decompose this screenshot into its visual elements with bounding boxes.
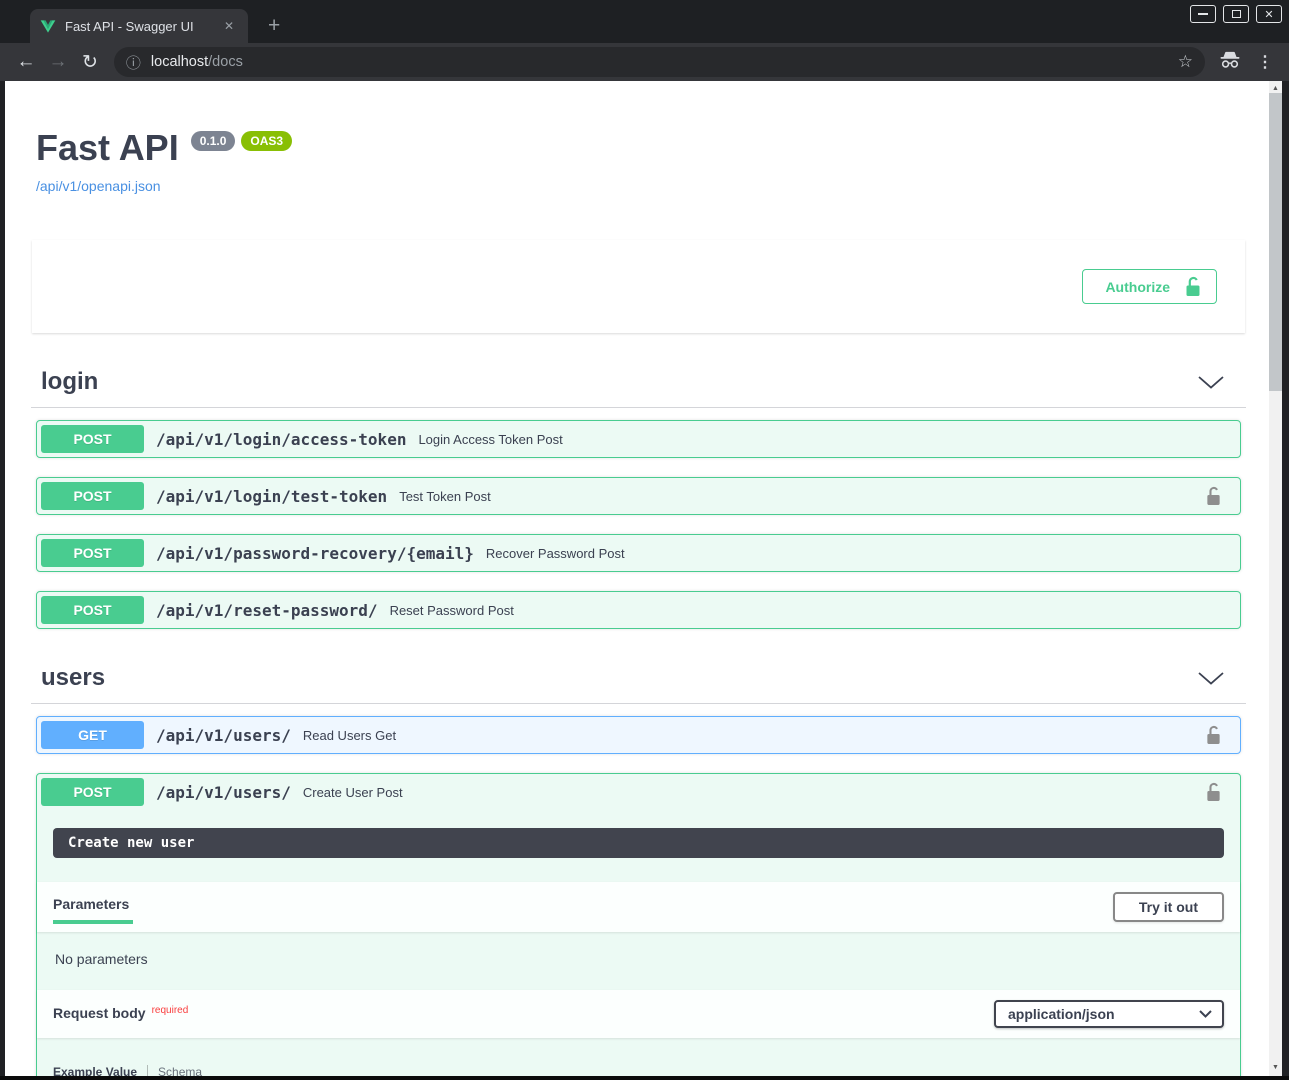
endpoint-body: Create new user Parameters Try it out No… xyxy=(37,810,1240,1076)
scheme-container: Authorize xyxy=(32,240,1245,333)
page-scrollbar[interactable]: ▲ ▼ xyxy=(1269,81,1282,1076)
parameters-header: Parameters Try it out xyxy=(37,882,1240,932)
chevron-down-icon xyxy=(1199,1010,1212,1018)
no-parameters-text: No parameters xyxy=(37,932,1240,990)
method-badge: POST xyxy=(41,482,144,510)
method-badge: POST xyxy=(41,596,144,624)
method-badge: POST xyxy=(41,539,144,567)
chevron-down-icon xyxy=(1198,376,1224,389)
url-bar[interactable]: ⓘ localhost /docs ☆ xyxy=(114,47,1205,77)
scrollbar-thumb[interactable] xyxy=(1269,93,1282,391)
request-body-label: Request body xyxy=(53,1005,146,1021)
endpoint-reset-password[interactable]: POST /api/v1/reset-password/ Reset Passw… xyxy=(36,591,1241,629)
bookmark-star-icon[interactable]: ☆ xyxy=(1178,52,1193,72)
maximize-button[interactable] xyxy=(1223,5,1249,23)
incognito-icon xyxy=(1219,51,1241,74)
endpoint-create-user-summary[interactable]: POST /api/v1/users/ Create User Post xyxy=(37,774,1240,810)
chevron-down-icon xyxy=(1198,672,1224,685)
tab-strip: Fast API - Swagger UI ✕ + ✕ xyxy=(0,0,1289,43)
tab-schema[interactable]: Schema xyxy=(148,1065,202,1076)
model-example: Example Value Schema { xyxy=(53,1065,1224,1076)
section-title: login xyxy=(41,368,98,396)
forward-icon[interactable]: → xyxy=(42,51,74,73)
close-button[interactable]: ✕ xyxy=(1256,5,1282,23)
new-tab-button[interactable]: + xyxy=(268,15,280,36)
method-badge: POST xyxy=(41,425,144,453)
minimize-icon xyxy=(1198,13,1208,15)
section-title: users xyxy=(41,664,105,692)
version-badge: 0.1.0 xyxy=(191,131,236,151)
section-users-header[interactable]: users xyxy=(31,656,1246,704)
endpoint-description: Create new user xyxy=(53,828,1224,858)
unlocked-padlock-icon[interactable] xyxy=(1205,725,1222,745)
endpoint-password-recovery[interactable]: POST /api/v1/password-recovery/{email} R… xyxy=(36,534,1241,572)
fastapi-favicon-icon xyxy=(40,18,56,34)
tab-fast-api[interactable]: Fast API - Swagger UI ✕ xyxy=(30,9,248,43)
section-login-header[interactable]: login xyxy=(31,360,1246,408)
endpoint-login-test-token[interactable]: POST /api/v1/login/test-token Test Token… xyxy=(36,477,1241,515)
page-content: Fast API 0.1.0 OAS3 /api/v1/openapi.json… xyxy=(5,81,1269,1076)
window-bottom-border xyxy=(0,1076,1289,1080)
tab-parameters[interactable]: Parameters xyxy=(53,890,129,924)
page-title: Fast API 0.1.0 OAS3 xyxy=(36,127,1246,169)
content-type-select[interactable]: application/json xyxy=(994,1000,1224,1028)
reload-icon[interactable]: ↻ xyxy=(74,51,106,74)
unlocked-padlock-icon[interactable] xyxy=(1205,486,1222,506)
method-badge: GET xyxy=(41,721,144,749)
method-badge: POST xyxy=(41,778,144,806)
browser-toolbar: ← → ↻ ⓘ localhost /docs ☆ ⋮ xyxy=(0,43,1289,81)
scroll-down-icon[interactable]: ▼ xyxy=(1269,1060,1282,1074)
browser-menu-icon[interactable]: ⋮ xyxy=(1251,52,1279,72)
authorize-button[interactable]: Authorize xyxy=(1082,269,1217,304)
oas3-badge: OAS3 xyxy=(241,131,292,151)
required-badge: required xyxy=(152,1005,189,1016)
minimize-button[interactable] xyxy=(1190,5,1216,23)
endpoint-create-user: POST /api/v1/users/ Create User Post Cre… xyxy=(36,773,1241,1076)
tab-title: Fast API - Swagger UI xyxy=(65,19,220,34)
browser-window: Fast API - Swagger UI ✕ + ✕ ← → ↻ ⓘ loca… xyxy=(0,0,1289,1080)
unlocked-padlock-icon[interactable] xyxy=(1205,782,1222,802)
endpoint-read-users[interactable]: GET /api/v1/users/ Read Users Get xyxy=(36,716,1241,754)
back-icon[interactable]: ← xyxy=(10,51,42,73)
try-it-out-button[interactable]: Try it out xyxy=(1113,892,1224,922)
unlocked-padlock-icon xyxy=(1184,276,1202,297)
request-body-header: Request body required application/json xyxy=(37,990,1240,1038)
tab-close-icon[interactable]: ✕ xyxy=(220,17,238,35)
url-path: /docs xyxy=(208,54,243,70)
openapi-spec-link[interactable]: /api/v1/openapi.json xyxy=(36,178,161,194)
site-info-icon[interactable]: ⓘ xyxy=(126,52,141,73)
tab-example-value[interactable]: Example Value xyxy=(53,1065,148,1076)
maximize-icon xyxy=(1232,10,1241,18)
api-info: Fast API 0.1.0 OAS3 /api/v1/openapi.json xyxy=(31,127,1246,196)
endpoint-login-access-token[interactable]: POST /api/v1/login/access-token Login Ac… xyxy=(36,420,1241,458)
url-host: localhost xyxy=(151,54,208,70)
window-controls: ✕ xyxy=(1190,5,1282,23)
